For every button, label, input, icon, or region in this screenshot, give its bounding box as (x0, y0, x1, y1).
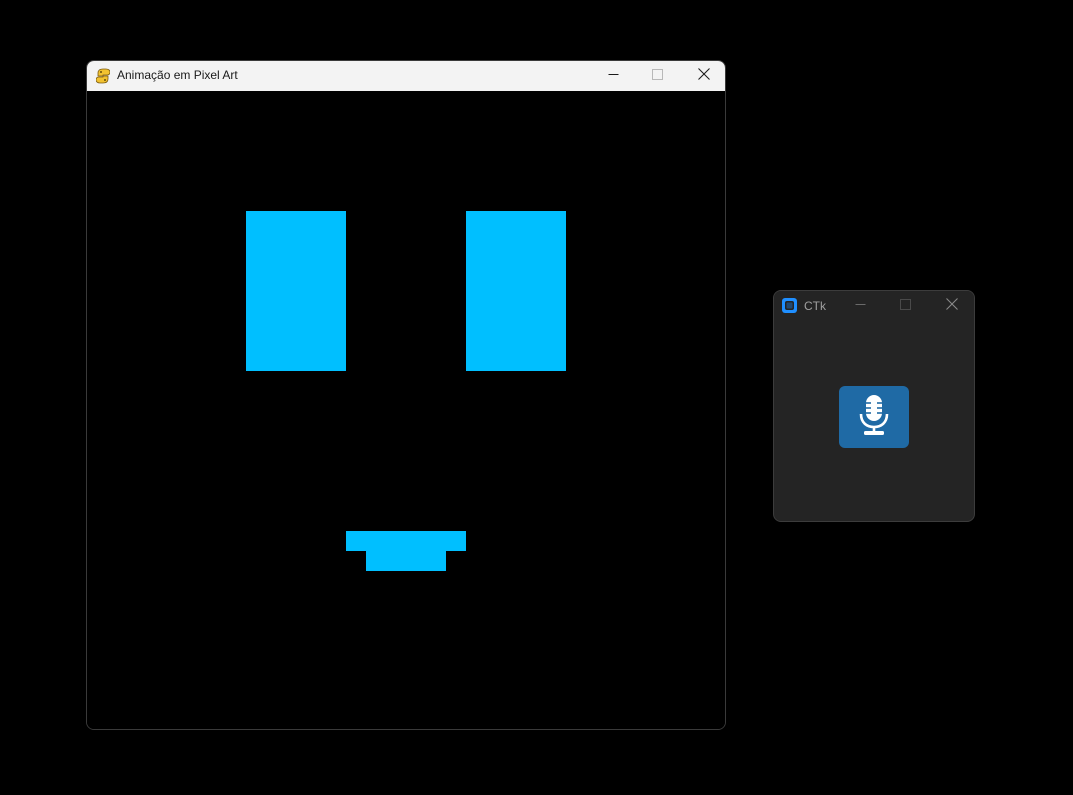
ctk-window: CTk (773, 290, 975, 522)
ctk-window-title: CTk (804, 299, 826, 313)
close-icon (945, 297, 958, 315)
microphone-icon (859, 394, 889, 441)
ctk-minimize-button[interactable] (838, 291, 883, 321)
maximize-button[interactable] (635, 61, 680, 91)
minimize-button[interactable] (591, 61, 636, 91)
pygame-snake-icon (95, 68, 111, 84)
maximize-icon (900, 297, 911, 315)
maximize-icon (652, 67, 663, 85)
pygame-window: Animação em Pixel Art (86, 60, 726, 730)
minimize-icon (855, 297, 866, 315)
window-title: Animação em Pixel Art (117, 68, 238, 82)
ctk-maximize-button[interactable] (883, 291, 928, 321)
minimize-icon (608, 67, 619, 85)
right-eye (466, 211, 566, 371)
mouth-lower (366, 551, 446, 571)
ctk-app-icon (782, 298, 797, 313)
close-icon (697, 67, 710, 85)
mouth-upper (346, 531, 466, 551)
ctk-titlebar[interactable]: CTk (774, 291, 974, 321)
pixel-art-canvas (87, 91, 725, 729)
left-eye (246, 211, 346, 371)
close-button[interactable] (681, 61, 725, 91)
microphone-button[interactable] (839, 386, 909, 448)
pygame-titlebar[interactable]: Animação em Pixel Art (87, 61, 725, 91)
ctk-close-button[interactable] (929, 291, 974, 321)
desktop: Animação em Pixel Art CTk (0, 0, 1073, 795)
